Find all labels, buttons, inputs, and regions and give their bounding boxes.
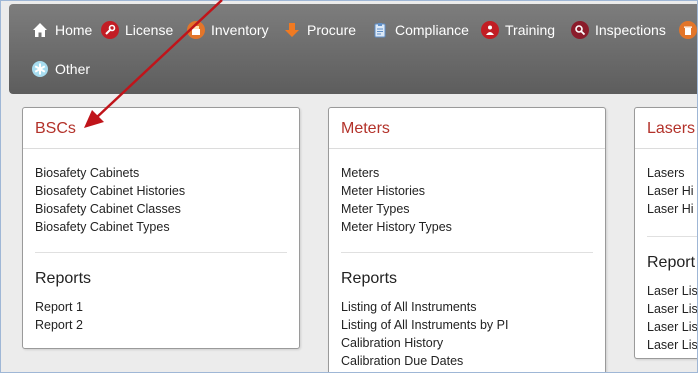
- nav-training[interactable]: Training: [481, 19, 555, 41]
- app-frame: Home License Inventory Procure Complianc: [0, 0, 698, 373]
- link-listing-all-instruments[interactable]: Listing of All Instruments: [341, 298, 508, 316]
- bscs-reports: Report 1 Report 2: [35, 298, 83, 334]
- card-title-meters[interactable]: Meters: [341, 120, 390, 138]
- link-report-2[interactable]: Report 2: [35, 316, 83, 334]
- card-title-bscs[interactable]: BSCs: [35, 120, 76, 138]
- nav-license[interactable]: License: [101, 19, 173, 41]
- link-laser-listing[interactable]: Laser Lis: [647, 300, 697, 318]
- link-calibration-history[interactable]: Calibration History: [341, 334, 508, 352]
- link-report-1[interactable]: Report 1: [35, 298, 83, 316]
- section-divider: [341, 252, 593, 253]
- asterisk-icon: [31, 60, 49, 78]
- card-title-lasers[interactable]: Lasers: [647, 120, 695, 138]
- lasers-reports: Laser Lis Laser Lis Laser Lis Laser Lis: [647, 282, 697, 354]
- lasers-reports-heading: Report: [647, 254, 696, 271]
- trash-icon: [679, 21, 697, 39]
- bscs-links: Biosafety Cabinets Biosafety Cabinet His…: [35, 164, 185, 236]
- meters-reports: Listing of All Instruments Listing of Al…: [341, 298, 508, 370]
- link-biosafety-cabinet-types[interactable]: Biosafety Cabinet Types: [35, 218, 185, 236]
- main-navbar: Home License Inventory Procure Complianc: [9, 4, 697, 94]
- nav-compliance-label: Compliance: [395, 22, 469, 38]
- card-divider: [329, 148, 605, 149]
- meters-links: Meters Meter Histories Meter Types Meter…: [341, 164, 452, 236]
- link-meters[interactable]: Meters: [341, 164, 452, 182]
- nav-compliance[interactable]: Compliance: [371, 19, 469, 41]
- nav-other-label: Other: [55, 61, 91, 77]
- clipboard-icon: [371, 21, 389, 39]
- link-biosafety-cabinet-histories[interactable]: Biosafety Cabinet Histories: [35, 182, 185, 200]
- nav-other[interactable]: Other: [31, 58, 90, 80]
- nav-inventory-label: Inventory: [211, 22, 269, 38]
- link-laser-listing[interactable]: Laser Lis: [647, 318, 697, 336]
- card-divider: [23, 148, 299, 149]
- magnifier-icon: [571, 21, 589, 39]
- nav-procure-label: Procure: [307, 22, 357, 38]
- download-arrow-icon: [283, 21, 301, 39]
- link-biosafety-cabinets[interactable]: Biosafety Cabinets: [35, 164, 185, 182]
- meters-reports-heading: Reports: [341, 270, 398, 287]
- nav-home-label: Home: [55, 22, 93, 38]
- link-laser-history-types[interactable]: Laser Hi: [647, 200, 694, 218]
- link-laser-listing[interactable]: Laser Lis: [647, 336, 697, 354]
- training-icon: [481, 21, 499, 39]
- link-meter-types[interactable]: Meter Types: [341, 200, 452, 218]
- link-laser-listing[interactable]: Laser Lis: [647, 282, 697, 300]
- nav-inspections[interactable]: Inspections: [571, 19, 666, 41]
- link-lasers[interactable]: Lasers: [647, 164, 694, 182]
- card-lasers: Lasers Lasers Laser Hi Laser Hi Report L…: [634, 107, 697, 359]
- link-meter-history-types[interactable]: Meter History Types: [341, 218, 452, 236]
- nav-training-label: Training: [505, 22, 556, 38]
- wrench-icon: [101, 21, 119, 39]
- nav-procure[interactable]: Procure: [283, 19, 356, 41]
- link-laser-histories[interactable]: Laser Hi: [647, 182, 694, 200]
- nav-home[interactable]: Home: [31, 19, 92, 41]
- nav-inventory[interactable]: Inventory: [187, 19, 269, 41]
- nav-license-label: License: [125, 22, 174, 38]
- link-biosafety-cabinet-classes[interactable]: Biosafety Cabinet Classes: [35, 200, 185, 218]
- card-meters: Meters Meters Meter Histories Meter Type…: [328, 107, 606, 372]
- link-calibration-due-dates[interactable]: Calibration Due Dates: [341, 352, 508, 370]
- link-meter-histories[interactable]: Meter Histories: [341, 182, 452, 200]
- home-icon: [31, 21, 49, 39]
- inventory-icon: [187, 21, 205, 39]
- link-listing-all-instruments-by-pi[interactable]: Listing of All Instruments by PI: [341, 316, 508, 334]
- section-divider: [647, 236, 697, 237]
- lasers-links: Lasers Laser Hi Laser Hi: [647, 164, 694, 218]
- nav-inspections-label: Inspections: [595, 22, 666, 38]
- section-divider: [35, 252, 287, 253]
- card-bscs: BSCs Biosafety Cabinets Biosafety Cabine…: [22, 107, 300, 349]
- bscs-reports-heading: Reports: [35, 270, 92, 287]
- nav-overflow-item[interactable]: [679, 19, 697, 41]
- card-divider: [635, 148, 697, 149]
